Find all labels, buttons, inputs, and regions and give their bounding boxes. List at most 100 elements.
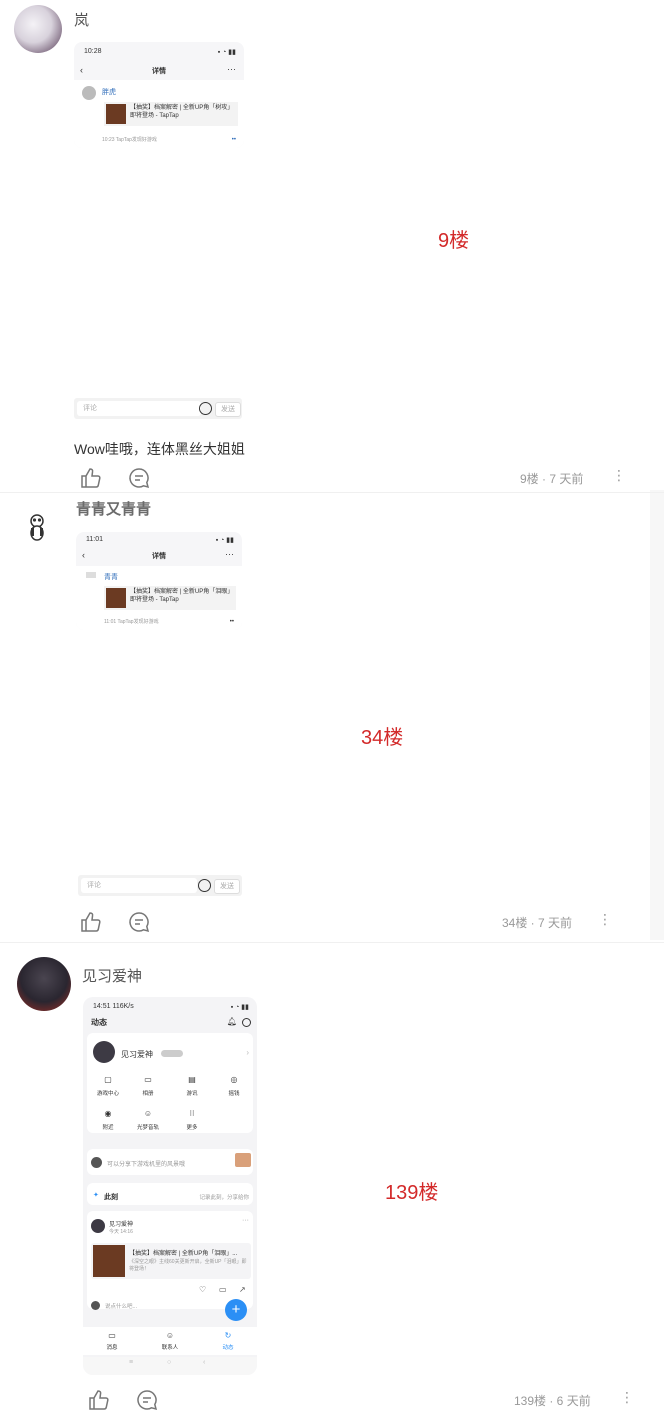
floor-label: 139楼 xyxy=(385,1182,439,1204)
reply-input[interactable]: 评论 xyxy=(81,878,197,893)
avatar xyxy=(86,572,96,578)
avatar[interactable] xyxy=(20,504,54,544)
grid-item-icon: ◎ xyxy=(230,1075,238,1084)
scroll-rail[interactable] xyxy=(650,490,664,940)
emoji-icon[interactable] xyxy=(198,879,211,892)
status-time: 11:01 xyxy=(86,536,103,543)
avatar xyxy=(91,1301,100,1310)
grid-item: ▭ 相册 xyxy=(131,1075,165,1097)
reply-input[interactable]: 评论 xyxy=(77,401,201,416)
grid-item-icon: ◉ xyxy=(104,1109,112,1118)
comment-screenshot[interactable]: 11:01 ▪ ◔ ▮▮ ‹ 详情 ··· 青青 【抽奖】档案解密 | 全新UP… xyxy=(76,532,242,630)
emoji-icon[interactable] xyxy=(199,402,212,415)
grid-item: ▢ 游戏中心 xyxy=(91,1075,125,1097)
floor-meta: 34楼 · 7 天前 xyxy=(502,916,573,930)
grid-item-label: 更多 xyxy=(186,1125,198,1131)
more-icon[interactable]: ⋮ xyxy=(598,911,612,928)
grid-item-label: 游讯 xyxy=(186,1091,198,1097)
like-icon[interactable] xyxy=(79,466,103,490)
bottom-nav-label: 联系人 xyxy=(161,1345,179,1351)
moment-icon: ✦ xyxy=(93,1192,99,1199)
profile-name: 见习爱神 xyxy=(121,1050,153,1059)
author-name[interactable]: 岚 xyxy=(74,9,89,30)
bell-icon: 🔔︎ xyxy=(226,1017,237,1026)
grid-item: ▤ 游讯 xyxy=(175,1075,209,1097)
settings-icon xyxy=(242,1018,251,1027)
card-thumbnail xyxy=(106,588,126,608)
comment-icon[interactable] xyxy=(127,910,151,934)
grid-item-icon: ▤ xyxy=(188,1075,196,1084)
avatar xyxy=(91,1219,105,1233)
author-name[interactable]: 青青又青青 xyxy=(76,498,151,519)
more-icon[interactable]: ⋮ xyxy=(612,467,626,484)
divider xyxy=(0,492,664,493)
card-desc: 《深空之眼》主线60关更新开启，全新UP「泪眼」即将登场！ xyxy=(129,1259,247,1272)
like-icon: ♡ xyxy=(199,1285,207,1294)
comment-text: Wow哇哦，连体黑丝大姐姐 xyxy=(74,441,245,457)
bottom-nav-item: ↻ 动态 xyxy=(215,1331,241,1351)
bottom-nav-icon: ↻ xyxy=(224,1331,232,1340)
more-icon: ··· xyxy=(227,64,236,74)
post-user: 见习爱神 xyxy=(109,1222,134,1228)
share-prompt: 可以分享下游戏机里的风景哦 xyxy=(107,1162,186,1168)
screenshot-header: 动态 xyxy=(91,1018,107,1027)
card-text: 【抽奖】档案解密 | 全新UP角「树攻」即将登场 - TapTap xyxy=(130,105,234,119)
moment-label: 此刻 xyxy=(104,1194,118,1201)
bottom-nav-item: ☺ 联系人 xyxy=(157,1331,183,1351)
avatar[interactable] xyxy=(17,957,71,1011)
floor-label: 34楼 xyxy=(361,727,404,749)
chevron-right-icon: › xyxy=(246,1048,249,1057)
grid-item-label: 摇钱 xyxy=(228,1091,240,1097)
comment-icon[interactable] xyxy=(127,466,151,490)
level-badge xyxy=(161,1050,183,1057)
like-icon[interactable] xyxy=(79,910,103,934)
avatar xyxy=(93,1041,115,1063)
avatar[interactable] xyxy=(14,5,62,53)
more-icon: ··· xyxy=(225,549,234,559)
author-name[interactable]: 见习爱神 xyxy=(82,965,142,986)
status-icons: ▪ ◔ ▮▮ xyxy=(217,49,236,56)
floor-label: 9楼 xyxy=(438,230,470,252)
grid-item-icon: ▢ xyxy=(104,1075,112,1084)
grid-item-icon: ☺ xyxy=(143,1109,153,1118)
send-button[interactable]: 发送 xyxy=(214,879,240,894)
divider xyxy=(0,942,664,943)
screenshot-title: 详情 xyxy=(152,553,166,560)
grid-item-icon: ▭ xyxy=(144,1075,152,1084)
comment-icon: ▭ xyxy=(219,1285,227,1294)
floor-meta: 9楼 · 7 天前 xyxy=(520,472,584,486)
add-post-button: + xyxy=(225,1299,247,1321)
more-icon: ··· xyxy=(242,1217,249,1224)
like-icon[interactable] xyxy=(87,1388,111,1412)
screenshot-user: 青青 xyxy=(104,574,118,581)
status-icons: ▪ ◔ ▮▮ xyxy=(215,537,234,544)
screenshot-footer: 10:23 TapTap发现好游戏 xyxy=(102,137,157,143)
comment-screenshot[interactable]: 14:51 116K/s ▪ ◔ ▮▮ 动态 🔔︎ 见习爱神 › ▢ 游戏中心 ▭ 相… xyxy=(83,997,257,1375)
screenshot-title: 详情 xyxy=(152,68,166,75)
status-icons: ▪ ◔ ▮▮ xyxy=(230,1004,249,1011)
avatar xyxy=(82,86,96,100)
send-button[interactable]: 发送 xyxy=(215,402,241,417)
screenshot-user: 胖虎 xyxy=(102,89,116,96)
status-time: 14:51 116K/s xyxy=(93,1003,134,1010)
grid-item-icon: ⁝⁝ xyxy=(189,1109,195,1118)
post-time: 今天 14:16 xyxy=(109,1229,133,1235)
photo-thumbnail xyxy=(235,1153,251,1167)
moment-hint: 记录此刻，分享给你 xyxy=(199,1195,249,1201)
screenshot-footer: 11:01 TapTap发现好游戏 xyxy=(104,619,159,625)
grid-item-label: 光梦音轨 xyxy=(136,1125,159,1131)
bottom-nav-label: 动态 xyxy=(222,1345,234,1351)
comment-icon[interactable] xyxy=(135,1388,159,1412)
comment-screenshot[interactable]: 10:28 ▪ ◔ ▮▮ ‹ 详情 ··· 胖虎 【抽奖】档案解密 | 全新UP… xyxy=(74,42,244,148)
grid-item: ☺ 光梦音轨 xyxy=(131,1109,165,1131)
grid-item-label: 相册 xyxy=(142,1091,154,1097)
bottom-nav-label: 消息 xyxy=(106,1345,118,1351)
share-icon: ↗ xyxy=(239,1285,246,1294)
bottom-nav-icon: ▭ xyxy=(108,1331,116,1340)
grid-item: ◉ 附近 xyxy=(91,1109,125,1131)
grid-item: ⁝⁝ 更多 xyxy=(175,1109,209,1131)
grid-item: ◎ 摇钱 xyxy=(217,1075,251,1097)
status-time: 10:28 xyxy=(84,48,102,55)
more-icon[interactable]: ⋮ xyxy=(620,1389,634,1406)
card-thumbnail xyxy=(93,1245,125,1277)
